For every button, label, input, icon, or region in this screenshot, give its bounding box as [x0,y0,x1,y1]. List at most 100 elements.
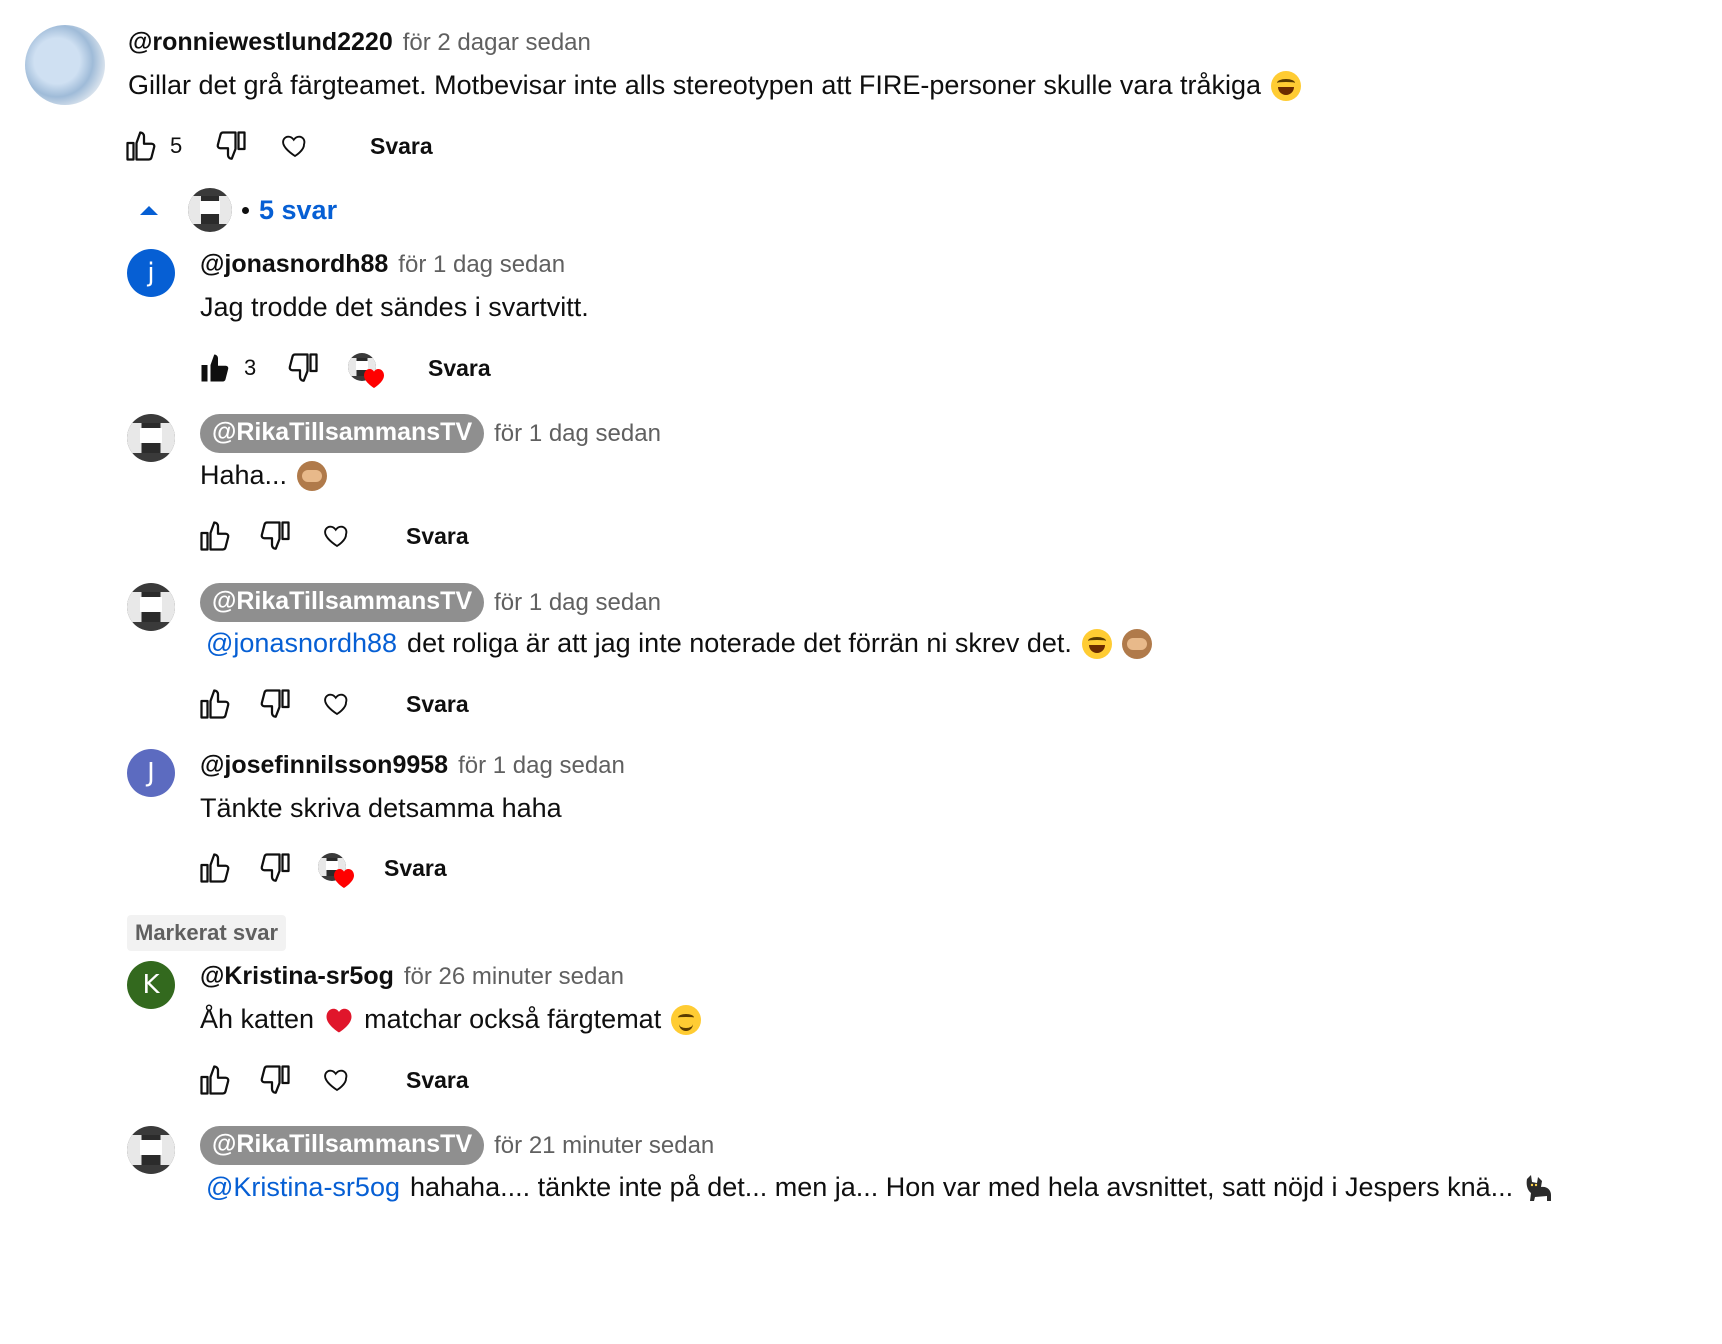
dislike-button[interactable] [254,515,296,557]
red-heart-emoji-icon [326,1008,352,1032]
replies-count-label[interactable]: 5 svar [259,195,337,226]
red-heart-icon [364,369,384,388]
reply-actions: Svara [194,846,447,890]
reply-button[interactable]: Svara [406,691,469,718]
like-button[interactable] [120,125,162,167]
heart-outline-icon [324,1069,348,1092]
avatar-rikatillsammanstv[interactable] [127,1126,175,1174]
mention-link[interactable]: @jonasnordh88 [200,628,397,659]
comment-actions: 5 Svara [120,124,433,168]
dislike-button[interactable] [254,1059,296,1101]
thumbs-up-icon [200,521,230,551]
avatar-rikatillsammanstv[interactable] [127,414,175,462]
reply-button[interactable]: Svara [406,523,469,550]
reply-time[interactable]: för 1 dag sedan [398,251,565,279]
like-button[interactable] [194,683,236,725]
reply-text: Jag trodde det sändes i svartvitt. [200,292,589,323]
reply-body-part-b: matchar också färgtemat [364,1004,662,1034]
heart-outline-icon [282,135,306,158]
thumbs-down-icon [216,131,246,160]
dislike-button[interactable] [254,847,296,889]
caret-up-icon [140,206,158,215]
like-button[interactable] [194,515,236,557]
reply-body: hahaha.... tänkte inte på det... men ja.… [409,1172,1514,1202]
avatar-rikatillsammanstv[interactable] [127,583,175,631]
highlighted-reply-badge: Markerat svar [127,915,287,951]
reply-header: @jonasnordh88 för 1 dag sedan [200,250,565,279]
laughing-emoji-icon [1081,628,1112,659]
heart-outline-icon [324,525,348,548]
like-button[interactable] [194,1059,236,1101]
reply-time[interactable]: för 1 dag sedan [494,420,661,448]
dislike-button[interactable] [254,683,296,725]
reply-time[interactable]: för 26 minuter sedan [404,963,624,991]
heart-button[interactable] [274,125,316,167]
reply-actions: Svara [194,1058,469,1102]
reply-author[interactable]: @jonasnordh88 [200,250,388,279]
reply-body-part-a: Åh katten [200,1004,315,1034]
smiling-emoji-icon [671,1004,702,1035]
see-no-evil-monkey-emoji-icon [1121,628,1152,659]
mention-link[interactable]: @Kristina-sr5og [200,1172,400,1203]
like-button[interactable] [194,847,236,889]
reply-time[interactable]: för 1 dag sedan [494,589,661,617]
reply-button[interactable]: Svara [428,355,491,382]
reply-header: @josefinnilsson9958 för 1 dag sedan [200,751,625,780]
heart-button[interactable] [316,515,358,557]
avatar-ronniewestlund[interactable] [25,25,105,105]
comment-body: Gillar det grå färgteamet. Motbevisar in… [128,70,1261,100]
heart-button[interactable] [316,1059,358,1101]
comment-time[interactable]: för 2 dagar sedan [403,29,591,57]
separator-dot [242,206,249,214]
comment-text: Gillar det grå färgteamet. Motbevisar in… [128,70,1301,101]
reply-header: @Kristina-sr5og för 26 minuter sedan [200,962,624,991]
heart-button[interactable] [316,683,358,725]
reply-author[interactable]: @Kristina-sr5og [200,962,394,991]
reply-button[interactable]: Svara [370,133,433,160]
avatar-kristina-sr5og[interactable]: K [127,961,175,1009]
thumbs-down-icon [260,1065,290,1094]
reply-body: Haha... [200,460,288,490]
avatar-letter: J [147,758,155,788]
reply-button[interactable]: Svara [406,1067,469,1094]
channel-avatar-icon [188,188,232,232]
avatar-letter: K [142,970,160,1000]
thumbs-down-icon [288,353,318,382]
reply-text: Tänkte skriva detsamma haha [200,793,562,824]
reply-author-creator-chip[interactable]: @RikaTillsammansTV [200,414,485,453]
reply-author-creator-chip[interactable]: @RikaTillsammansTV [200,583,485,622]
reply-button[interactable]: Svara [384,855,447,882]
reply-header: @RikaTillsammansTV för 1 dag sedan [200,414,661,453]
dislike-button[interactable] [210,125,252,167]
thumbs-down-icon [260,689,290,718]
thumbs-up-filled-icon [201,354,229,382]
like-count: 5 [170,133,183,158]
reply-actions: 3 Svara [194,346,491,390]
thumbs-down-icon [260,521,290,550]
creator-heart [346,347,388,389]
dislike-button[interactable] [282,347,324,389]
replies-toggle[interactable]: 5 svar [138,188,337,232]
see-no-evil-monkey-emoji-icon [297,460,328,491]
reply-time[interactable]: för 21 minuter sedan [494,1132,714,1160]
reply-author-creator-chip[interactable]: @RikaTillsammansTV [200,1126,485,1165]
thumbs-up-icon [200,689,230,719]
reply-time[interactable]: för 1 dag sedan [458,752,625,780]
like-count: 3 [244,355,257,380]
laughing-emoji-icon [1271,70,1301,101]
reply-text: @Kristina-sr5og hahaha.... tänkte inte p… [200,1172,1555,1203]
heart-outline-icon [324,693,348,716]
avatar-josefinnilsson9958[interactable]: J [127,749,175,797]
reply-text: Haha... [200,460,328,491]
comment-header: @ronniewestlund2220 för 2 dagar sedan [128,28,591,57]
reply-text: @jonasnordh88 det roliga är att jag inte… [200,628,1152,659]
comment-author[interactable]: @ronniewestlund2220 [128,28,393,57]
reply-text: Åh katten matchar också färgtemat [200,1004,702,1035]
reply-author[interactable]: @josefinnilsson9958 [200,751,448,780]
like-button[interactable] [194,347,236,389]
thumbs-up-icon [126,131,156,161]
reply-actions: Svara [194,682,469,726]
avatar-jonasnordh88[interactable]: j [127,249,175,297]
thumbs-up-icon [200,1065,230,1095]
avatar-letter: j [147,258,155,288]
